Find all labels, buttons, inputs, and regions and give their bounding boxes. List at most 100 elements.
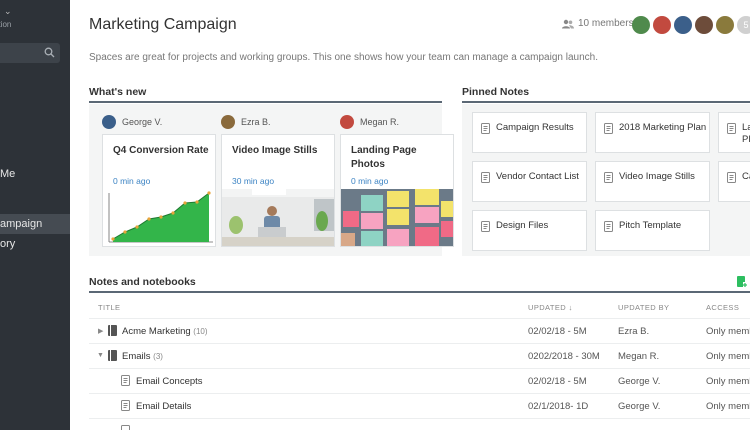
- note-icon: [604, 123, 613, 134]
- note-icon: [727, 172, 736, 183]
- whats-new-panel: George V. Q4 Conversion Rate 0 min ago E…: [89, 104, 454, 256]
- people-icon: [562, 19, 574, 28]
- more-members-badge[interactable]: 5: [737, 16, 750, 34]
- note-icon: [121, 425, 130, 430]
- space-description: Spaces are great for projects and workin…: [89, 52, 598, 63]
- members-button[interactable]: 10 members: [562, 18, 634, 29]
- card-author: George V.: [102, 114, 222, 130]
- pinned-note[interactable]: Design Files: [472, 210, 587, 251]
- avatar: [102, 115, 116, 129]
- pinned-note-title: Pitch Template: [619, 220, 682, 231]
- new-notebook-icon[interactable]: [737, 276, 747, 288]
- column-header-updated-by[interactable]: UPDATED BY: [618, 303, 669, 312]
- row-title: Emails: [122, 351, 151, 362]
- note-icon: [121, 400, 130, 411]
- row-title: Acme Marketing: [122, 326, 191, 337]
- note-icon: [481, 123, 490, 134]
- card-title: Q4 Conversion Rate: [113, 145, 209, 156]
- notebook-icon: [108, 325, 117, 336]
- avatar: [340, 115, 354, 129]
- collapse-caret-icon[interactable]: ▼: [97, 352, 104, 359]
- row-updated-by: George V.: [618, 376, 661, 387]
- chart-thumbnail: [103, 189, 215, 246]
- space-switcher-subtitle: ation: [0, 20, 12, 29]
- row-updated: 02/1/2018- 1D: [528, 401, 589, 412]
- card-timestamp: 30 min ago: [232, 176, 275, 186]
- pinned-note-title: Vendor Contact List: [496, 171, 579, 182]
- card-timestamp: 0 min ago: [113, 176, 151, 186]
- main-content: Marketing Campaign 10 members 5 Spaces a…: [70, 0, 750, 430]
- note-icon: [481, 172, 490, 183]
- member-avatars: 5: [632, 16, 750, 34]
- pinned-note[interactable]: La Pl: [718, 112, 750, 153]
- note-icon: [481, 221, 490, 232]
- avatar[interactable]: [653, 16, 671, 34]
- pinned-note-title: La Pl: [742, 122, 750, 145]
- page-title: Marketing Campaign: [89, 16, 237, 33]
- whats-new-item: Ezra B. Video Image Stills 30 min ago: [221, 104, 341, 256]
- avatar[interactable]: [632, 16, 650, 34]
- table-row[interactable]: Email Concepts 02/02/18 - 5M George V. O…: [89, 368, 750, 393]
- row-access: Only meml: [706, 376, 750, 387]
- pinned-note[interactable]: Campaign Results: [472, 112, 587, 153]
- expand-caret-icon[interactable]: ▶: [98, 327, 103, 335]
- row-updated: 02/02/18 - 5M: [528, 326, 587, 337]
- note-card[interactable]: Video Image Stills 30 min ago: [221, 134, 335, 247]
- row-updated: 02/02/18 - 5M: [528, 376, 587, 387]
- row-title: Email Details: [136, 401, 192, 412]
- whats-new-item: George V. Q4 Conversion Rate 0 min ago: [102, 104, 222, 256]
- table-row[interactable]: ▼ Emails (3) 0202/2018 - 30M Megan R. On…: [89, 343, 750, 368]
- sidebar: ⌄ ation Me ampaign ory: [0, 0, 70, 430]
- pinned-note[interactable]: Pitch Template: [595, 210, 710, 251]
- pinned-note[interactable]: Vendor Contact List: [472, 161, 587, 202]
- sidebar-search[interactable]: [0, 43, 60, 63]
- column-header-title[interactable]: TITLE: [98, 303, 120, 312]
- table-row[interactable]: Email Details 02/1/2018- 1D George V. On…: [89, 393, 750, 418]
- office-photo-thumbnail: [222, 189, 334, 246]
- pinned-note[interactable]: Ca: [718, 161, 750, 202]
- card-author: Ezra B.: [221, 114, 341, 130]
- pinned-note-title: Campaign Results: [496, 122, 574, 133]
- search-icon[interactable]: [44, 47, 55, 58]
- card-timestamp: 0 min ago: [351, 176, 389, 186]
- row-title: Email Concepts: [136, 376, 203, 387]
- pinned-note[interactable]: 2018 Marketing Plan: [595, 112, 710, 153]
- note-icon: [121, 375, 130, 386]
- sidebar-item-history[interactable]: ory: [0, 234, 70, 254]
- avatar[interactable]: [695, 16, 713, 34]
- row-updated-by: George V.: [618, 401, 661, 412]
- pinned-note-title: Video Image Stills: [619, 171, 695, 182]
- members-count: 10 members: [578, 18, 634, 29]
- pinned-note[interactable]: Video Image Stills: [595, 161, 710, 202]
- note-icon: [604, 172, 613, 183]
- row-updated-by: Megan R.: [618, 351, 660, 362]
- space-switcher[interactable]: ⌄ ation: [0, 6, 70, 30]
- row-count: (10): [193, 327, 208, 336]
- avatar[interactable]: [674, 16, 692, 34]
- pinned-note-title: 2018 Marketing Plan: [619, 122, 707, 133]
- whats-new-item: Megan R. Landing Page Photos 0 min ago: [340, 104, 460, 256]
- row-updated-by: Ezra B.: [618, 326, 650, 337]
- row-updated: 0202/2018 - 30M: [528, 351, 600, 362]
- note-card[interactable]: Landing Page Photos 0 min ago: [340, 134, 454, 247]
- sidebar-item-marketing-campaign[interactable]: ampaign: [0, 214, 70, 234]
- sidebar-item-me[interactable]: Me: [0, 164, 70, 184]
- column-header-access[interactable]: ACCESS: [706, 303, 739, 312]
- pinned-note-title: Ca: [742, 171, 750, 182]
- row-count: (3): [153, 352, 163, 361]
- chevron-down-icon[interactable]: ⌄: [4, 6, 12, 17]
- column-header-updated[interactable]: UPDATED ↓: [528, 303, 573, 312]
- row-access: Only meml: [706, 351, 750, 362]
- card-author: Megan R.: [340, 114, 460, 130]
- card-title: Video Image Stills: [232, 145, 318, 156]
- note-icon: [727, 123, 736, 134]
- divider: [462, 101, 750, 103]
- avatar[interactable]: [716, 16, 734, 34]
- divider: [89, 101, 442, 103]
- table-row[interactable]: [89, 418, 750, 430]
- table-row[interactable]: ▶ Acme Marketing (10) 02/02/18 - 5M Ezra…: [89, 318, 750, 343]
- card-title: Landing Page Photos: [351, 145, 417, 170]
- divider: [89, 291, 750, 293]
- pinned-notes-panel: Campaign Results 2018 Marketing Plan La …: [462, 104, 750, 256]
- note-card[interactable]: Q4 Conversion Rate 0 min ago: [102, 134, 216, 247]
